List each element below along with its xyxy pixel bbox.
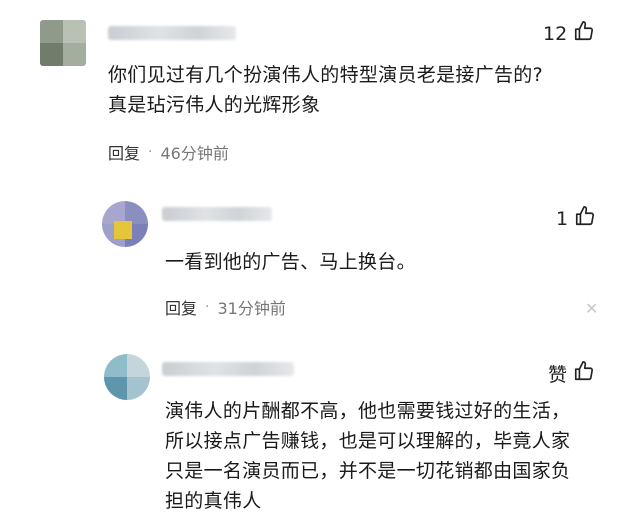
thumbs-up-icon [573,360,595,387]
avatar[interactable] [40,20,86,66]
comment-line: 所以接点广告赚钱，也是可以理解的，毕竟人家 [165,430,571,452]
comment-meta: 回复 · 46分钟前 [108,140,229,164]
timestamp: 31分钟前 [217,299,286,318]
comment-line: 担的真伟人 [165,490,262,512]
like-count: 1 [556,207,569,230]
comment-line: 一看到他的广告、马上换台。 [165,251,416,273]
comment-line: 真是玷污伟人的光辉形象 [108,94,321,116]
thumbs-up-icon [573,20,595,47]
reply-button[interactable]: 回复 [108,140,140,164]
like-button[interactable]: 1 [556,205,596,232]
timestamp: 46分钟前 [160,144,229,163]
comment-text: 一看到他的广告、马上换台。 [165,247,416,277]
comment-2: 1 一看到他的广告、马上换台。 回复 · 31分钟前 ✕ [0,195,640,335]
like-button[interactable]: 赞 [548,360,595,387]
like-count: 12 [543,22,568,45]
like-label: 赞 [548,364,568,386]
close-icon[interactable]: ✕ [585,299,598,318]
avatar[interactable] [104,354,150,400]
like-button[interactable]: 12 [543,20,595,47]
username-blurred[interactable] [108,26,236,40]
avatar[interactable] [102,201,148,247]
comment-text: 演伟人的片酬都不高，他也需要钱过好的生活， 所以接点广告赚钱，也是可以理解的，毕… [165,396,570,516]
comment-1: 12 你们见过有几个扮演伟人的特型演员老是接广告的? 真是玷污伟人的光辉形象 回… [0,0,640,180]
comment-3: 赞 演伟人的片酬都不高，他也需要钱过好的生活， 所以接点广告赚钱，也是可以理解的… [0,350,640,512]
thumbs-up-icon [574,205,596,232]
comment-line: 你们见过有几个扮演伟人的特型演员老是接广告的? [108,64,543,86]
reply-button[interactable]: 回复 [165,295,197,319]
comment-line: 演伟人的片酬都不高，他也需要钱过好的生活， [165,400,571,422]
separator-dot: · [148,144,153,160]
comment-meta: 回复 · 31分钟前 [165,295,286,319]
comment-text: 你们见过有几个扮演伟人的特型演员老是接广告的? 真是玷污伟人的光辉形象 [108,60,543,120]
username-blurred[interactable] [162,207,272,221]
username-blurred[interactable] [162,362,294,376]
comment-line: 只是一名演员而已，并不是一切花销都由国家负 [165,460,571,482]
separator-dot: · [205,299,210,315]
